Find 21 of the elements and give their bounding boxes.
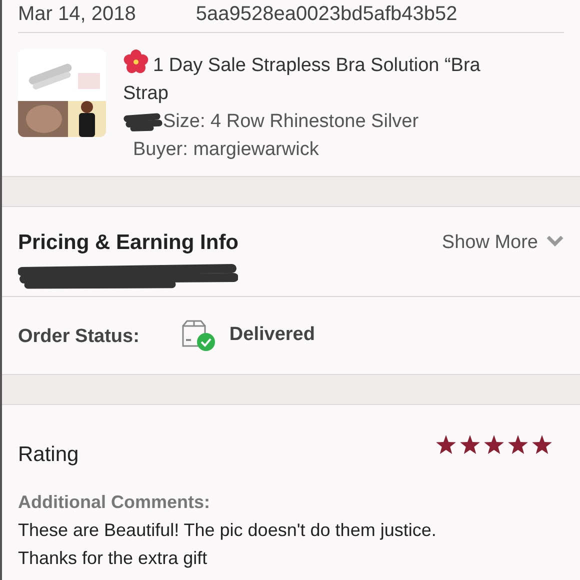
buyer-name: Buyer: margiewarwick <box>132 138 320 162</box>
comments-label: Additional Comments: <box>18 490 211 514</box>
rating-title: Rating <box>18 442 79 468</box>
redaction-mark <box>123 111 163 133</box>
star-icon <box>436 435 456 454</box>
order-date: Mar 14, 2018 <box>18 4 136 24</box>
order-status-label: Order Status: <box>18 325 140 350</box>
order-status-value: Delivered <box>229 323 315 348</box>
section-title: Pricing & Earning Info <box>18 230 239 256</box>
show-more-button[interactable]: Show More <box>442 227 564 257</box>
order-id: 5aa9528ea0023bd5afb43b52 <box>196 4 458 24</box>
item-title: 1 Day Sale Strapless Bra Solution “Bra Strap <box>123 49 523 108</box>
star-icon <box>484 435 504 454</box>
star-icon <box>508 435 528 454</box>
package-delivered-icon <box>181 320 218 352</box>
comment-text: These are Beautiful! The pic doesn't do them justice. Thanks for the extra gift <box>18 518 438 570</box>
star-icon <box>460 435 480 454</box>
star-icon <box>532 435 552 454</box>
chevron-icon <box>546 235 564 247</box>
flower-icon <box>123 49 149 75</box>
item-size: Size: 4 Row Rhinestone Silver <box>163 110 419 134</box>
